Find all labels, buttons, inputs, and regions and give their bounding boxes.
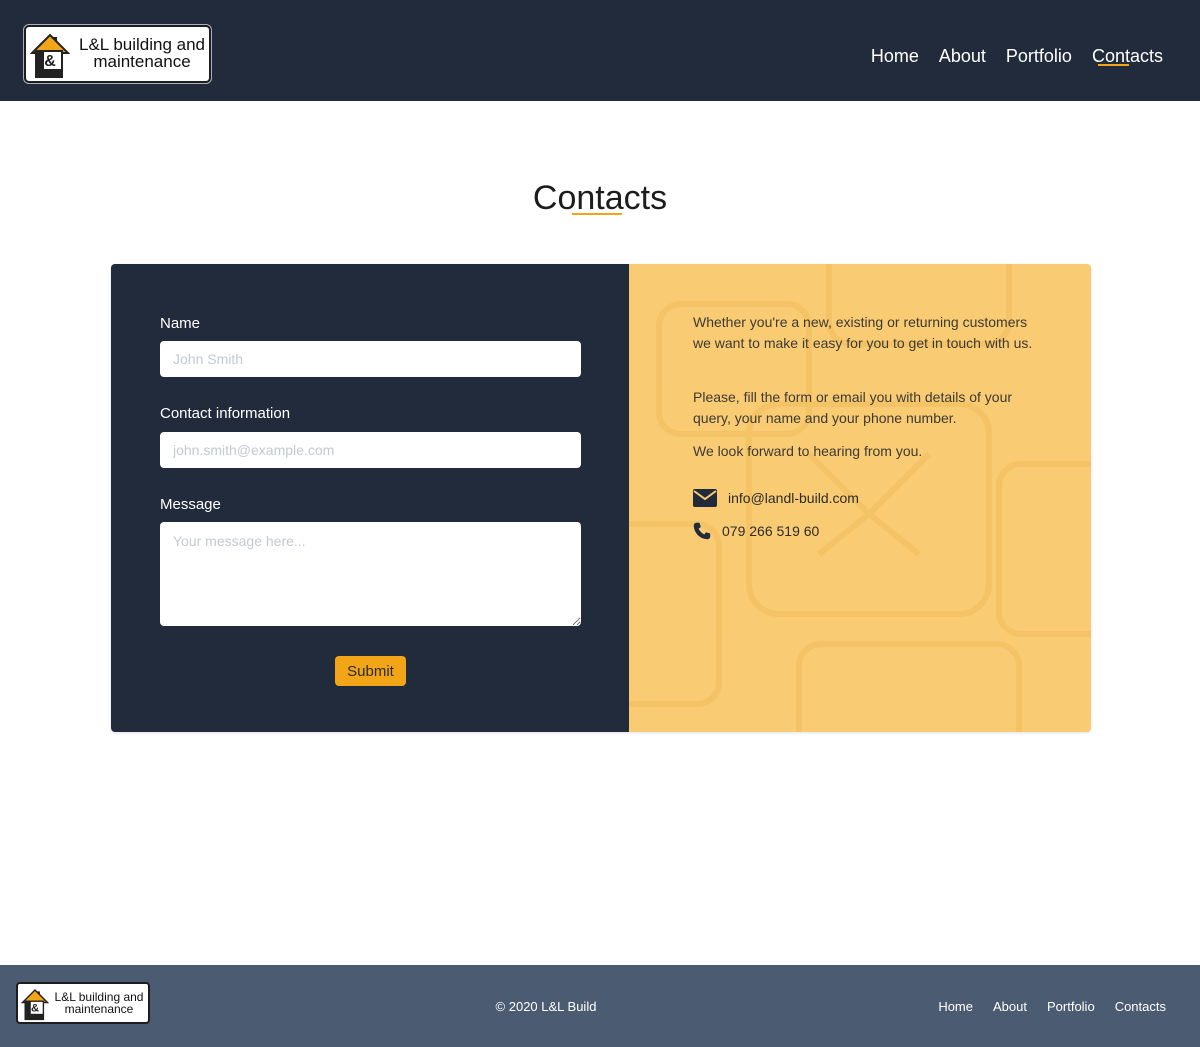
name-input[interactable] bbox=[160, 341, 581, 377]
contact-info-panel: Whether you're a new, existing or return… bbox=[629, 264, 1091, 732]
message-label: Message bbox=[160, 496, 221, 513]
footer-portfolio-link[interactable]: Portfolio bbox=[1047, 999, 1095, 1015]
house-logo-icon: & bbox=[30, 33, 70, 78]
nav-active-underline bbox=[1098, 64, 1129, 66]
contact-card: Name Contact information Message Submit … bbox=[111, 264, 1091, 732]
envelope-icon bbox=[693, 489, 717, 507]
phone-row[interactable]: 079 266 519 60 bbox=[693, 522, 819, 540]
phone-icon bbox=[693, 522, 711, 540]
logo-text: L&L building and maintenance bbox=[74, 36, 210, 70]
info-paragraph-1: Whether you're a new, existing or return… bbox=[693, 314, 1033, 351]
submit-button[interactable]: Submit bbox=[335, 656, 406, 686]
name-label: Name bbox=[160, 315, 201, 332]
contact-info-input[interactable] bbox=[160, 432, 581, 468]
site-footer: & L&L building and maintenance © 2020 L&… bbox=[0, 965, 1200, 1047]
info-paragraph-3: We look forward to hearing from you. bbox=[693, 443, 923, 459]
header-logo[interactable]: & L&L building and maintenance bbox=[24, 25, 211, 83]
logo-text-line2: maintenance bbox=[93, 52, 191, 71]
logo-ampersand: & bbox=[44, 53, 56, 70]
info-paragraph-2: Please, fill the form or email you with … bbox=[693, 389, 1013, 426]
contact-form-panel: Name Contact information Message Submit bbox=[111, 264, 629, 732]
footer-nav: Home About Portfolio Contacts bbox=[918, 999, 1166, 1015]
nav-home-link[interactable]: Home bbox=[871, 45, 919, 67]
page-title-underline bbox=[572, 213, 622, 215]
contact-info-label: Contact information bbox=[160, 405, 291, 422]
phone-text[interactable]: 079 266 519 60 bbox=[722, 523, 819, 539]
page-title: Contacts bbox=[532, 179, 668, 217]
site-header: & L&L building and maintenance Home Abou… bbox=[0, 0, 1200, 101]
footer-home-link[interactable]: Home bbox=[938, 999, 973, 1015]
message-textarea[interactable] bbox=[160, 522, 581, 626]
email-text[interactable]: info@landl-build.com bbox=[728, 490, 859, 506]
email-row[interactable]: info@landl-build.com bbox=[693, 489, 859, 507]
logo-text-line1: L&L building and bbox=[78, 35, 206, 54]
nav-portfolio-link[interactable]: Portfolio bbox=[1006, 45, 1072, 67]
footer-contacts-link[interactable]: Contacts bbox=[1115, 999, 1166, 1015]
footer-about-link[interactable]: About bbox=[993, 999, 1027, 1015]
nav-about-link[interactable]: About bbox=[939, 45, 986, 67]
